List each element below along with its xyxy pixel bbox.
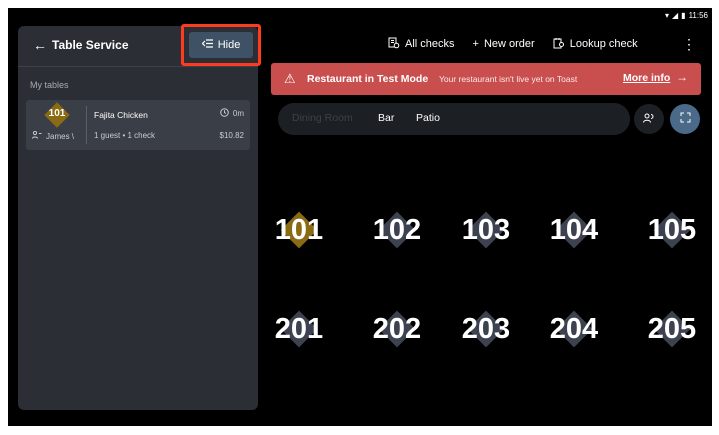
arrow-right-icon: → xyxy=(676,70,688,84)
new-order-button[interactable]: + New order xyxy=(473,38,535,50)
banner-title: Restaurant in Test Mode xyxy=(307,73,429,85)
expand-icon xyxy=(680,112,691,126)
clock-icon xyxy=(220,108,229,119)
floor-table-204[interactable]: 204 xyxy=(544,299,604,359)
card-guest-count: 1 guest • 1 check xyxy=(94,131,156,140)
back-arrow-icon[interactable]: ← xyxy=(32,36,48,54)
guests-filter-icon xyxy=(643,113,655,126)
card-item-name: Fajita Chicken xyxy=(94,110,148,120)
tab-bar[interactable]: Bar xyxy=(378,112,394,124)
my-tables-label: My tables xyxy=(30,80,69,90)
table-number: 204 xyxy=(549,313,599,345)
floor-table-102[interactable]: 102 xyxy=(367,200,427,260)
guest-icon xyxy=(32,130,42,141)
server-line: James \ xyxy=(32,130,75,141)
more-info-link[interactable]: More info xyxy=(623,72,670,84)
all-checks-label: All checks xyxy=(405,38,455,50)
hide-button[interactable]: Hide xyxy=(189,32,253,58)
floor-table-105[interactable]: 105 xyxy=(642,200,702,260)
all-checks-button[interactable]: All checks xyxy=(388,37,455,52)
wifi-icon: ▾ xyxy=(664,10,669,20)
table-number: 203 xyxy=(461,313,511,345)
plus-icon: + xyxy=(472,38,479,50)
tab-patio[interactable]: Patio xyxy=(416,112,440,124)
status-bar: ▾ ◢ ▮ 11:56 xyxy=(665,9,708,21)
card-divider xyxy=(86,106,87,144)
floor-table-203[interactable]: 203 xyxy=(456,299,516,359)
test-mode-banner: ⚠ Restaurant in Test Mode Your restauran… xyxy=(271,63,701,95)
table-number: 104 xyxy=(549,214,599,246)
battery-icon: ▮ xyxy=(681,10,686,20)
hide-label: Hide xyxy=(217,39,241,51)
floor-table-205[interactable]: 205 xyxy=(642,299,702,359)
collapse-icon xyxy=(201,39,213,51)
card-table-number: 101 xyxy=(48,108,66,119)
floor-table-202[interactable]: 202 xyxy=(367,299,427,359)
server-name: James \ xyxy=(46,131,75,141)
card-amount: $10.82 xyxy=(219,131,244,140)
floor-table-201[interactable]: 201 xyxy=(269,299,329,359)
tablet-screen: ▾ ◢ ▮ 11:56 ← Table Service Hide My tabl… xyxy=(8,8,712,426)
table-number: 101 xyxy=(274,214,324,246)
floor-table-104[interactable]: 104 xyxy=(544,200,604,260)
signal-icon: ◢ xyxy=(672,10,679,20)
my-table-card[interactable]: 101 James \ Fajita Chicken 1 guest • 1 c… xyxy=(26,100,250,150)
table-number: 202 xyxy=(372,313,422,345)
table-number: 201 xyxy=(274,313,324,345)
table-number: 105 xyxy=(647,214,697,246)
lookup-icon xyxy=(553,37,565,52)
floor-table-103[interactable]: 103 xyxy=(456,200,516,260)
new-order-label: New order xyxy=(483,38,535,50)
expand-button[interactable] xyxy=(670,104,700,134)
banner-subtitle: Your restaurant isn't live yet on Toast xyxy=(439,74,578,84)
table-number: 103 xyxy=(461,214,511,246)
panel-title: Table Service xyxy=(52,38,129,52)
elapsed-time: 0m xyxy=(232,109,244,118)
warning-icon: ⚠ xyxy=(284,71,296,86)
floor-table-101[interactable]: 101 xyxy=(269,200,329,260)
tab-dining-room[interactable]: Dining Room xyxy=(292,112,353,124)
card-elapsed: 0m xyxy=(220,108,244,119)
table-number: 205 xyxy=(647,313,697,345)
checks-icon xyxy=(388,37,400,52)
lookup-check-button[interactable]: Lookup check xyxy=(553,37,638,52)
table-service-panel: ← Table Service Hide My tables 101 James… xyxy=(18,24,261,410)
kebab-icon[interactable]: ⋮ xyxy=(682,35,696,53)
guests-filter-button[interactable] xyxy=(634,104,664,134)
top-actions: All checks + New order Lookup check xyxy=(388,34,638,54)
status-time: 11:56 xyxy=(688,10,708,20)
lookup-check-label: Lookup check xyxy=(569,38,638,50)
area-tabs: Dining Room Bar Patio xyxy=(278,103,630,135)
table-number: 102 xyxy=(372,214,422,246)
